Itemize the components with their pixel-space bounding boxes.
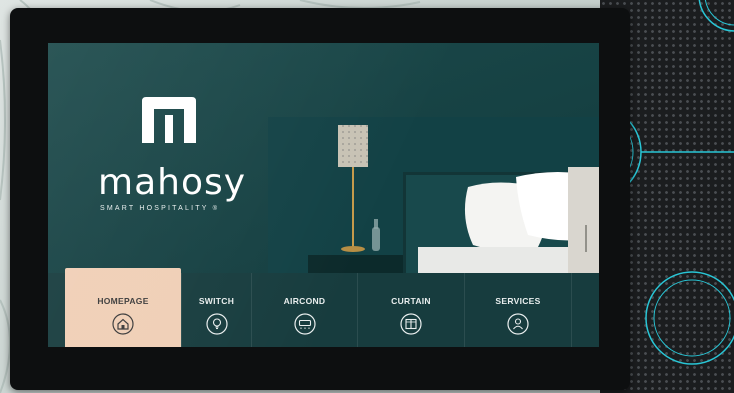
- logo-mark-icon: [142, 97, 196, 143]
- tab-services[interactable]: SERVICES: [464, 273, 571, 347]
- services-icon: [507, 313, 529, 335]
- tab-label: CURTAIN: [391, 296, 431, 306]
- nav-divider-end: [571, 273, 599, 347]
- tab-switch[interactable]: SWITCH: [181, 273, 251, 347]
- bedroom-photo: [268, 117, 599, 283]
- tab-homepage[interactable]: HOMEPAGE: [65, 268, 181, 347]
- curtain-icon: [400, 313, 422, 335]
- tab-curtain[interactable]: CURTAIN: [357, 273, 464, 347]
- brand-tagline: SMART HOSPITALITY ®: [100, 205, 220, 212]
- tab-aircond[interactable]: AIRCOND: [251, 273, 357, 347]
- tablet-screen: mahosy SMART HOSPITALITY ® HOMEPAGE SWIT…: [48, 43, 599, 347]
- tab-label: SERVICES: [495, 296, 541, 306]
- accent-ring-bottom: [645, 271, 734, 365]
- aircond-icon: [293, 313, 316, 335]
- brand-name: mahosy: [98, 162, 247, 203]
- tab-label: AIRCOND: [283, 296, 326, 306]
- home-icon: [112, 313, 134, 335]
- brand-logo: mahosy SMART HOSPITALITY ®: [98, 93, 278, 223]
- tab-label: SWITCH: [198, 296, 235, 306]
- bottom-navigation: HOMEPAGE SWITCH AIRCOND CURTAIN SERVICES: [48, 268, 599, 347]
- lightbulb-icon: [205, 313, 228, 335]
- tab-label: HOMEPAGE: [97, 296, 149, 306]
- accent-ring-top: [698, 0, 734, 32]
